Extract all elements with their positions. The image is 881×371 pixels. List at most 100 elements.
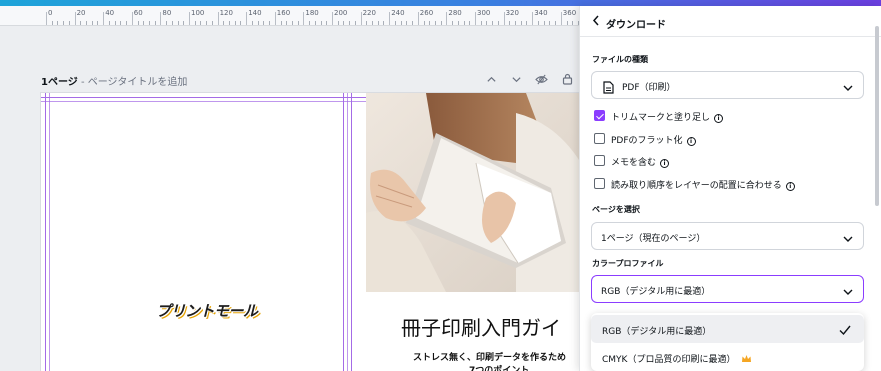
ruler-minor-tick bbox=[97, 21, 99, 25]
ruler-minor-tick bbox=[566, 21, 568, 25]
color-profile-option-cmyk[interactable]: CMYK（プロ品質の印刷に最適） bbox=[591, 343, 864, 371]
ruler-minor-tick bbox=[320, 21, 322, 25]
page-select-label: ページを選択 bbox=[592, 205, 640, 214]
ruler-minor-tick bbox=[194, 21, 196, 25]
file-type-label: ファイルの種類 bbox=[592, 55, 648, 64]
ruler-label: 260 bbox=[419, 9, 434, 17]
ruler-major-tick bbox=[274, 12, 276, 25]
file-type-select[interactable]: PDF（印刷） bbox=[591, 71, 864, 99]
ruler-minor-tick bbox=[154, 21, 156, 25]
ruler-label: 180 bbox=[305, 9, 319, 17]
booklet-subtitle[interactable]: ストレス無く、印刷データを作るため bbox=[413, 350, 566, 363]
ruler-label: 120 bbox=[219, 9, 233, 17]
info-icon[interactable]: i bbox=[660, 159, 670, 168]
color-profile-select[interactable]: RGB（デジタル用に最適） bbox=[591, 275, 864, 303]
color-profile-option-rgb[interactable]: RGB（デジタル用に最適） bbox=[591, 315, 864, 343]
ruler-minor-tick bbox=[429, 21, 431, 25]
info-icon[interactable]: i bbox=[686, 137, 696, 146]
ruler-minor-tick bbox=[452, 21, 454, 25]
page-number-label: 1ページ bbox=[41, 77, 78, 88]
cmyk-option-text: CMYK（プロ品質の印刷に最適） bbox=[602, 355, 736, 365]
chevron-down-icon bbox=[842, 79, 854, 91]
ruler-minor-tick bbox=[286, 21, 288, 25]
ruler-minor-tick bbox=[291, 21, 293, 25]
ruler-major-tick bbox=[446, 12, 448, 25]
ruler-label: 360 bbox=[562, 9, 577, 17]
checkmark-icon bbox=[838, 322, 852, 336]
ruler-minor-tick bbox=[211, 21, 213, 25]
ruler-major-tick bbox=[46, 12, 47, 25]
ruler-label: 240 bbox=[391, 9, 405, 17]
ruler-major-tick bbox=[389, 12, 391, 25]
ruler-minor-tick bbox=[549, 21, 551, 25]
back-chevron-icon[interactable] bbox=[592, 15, 600, 29]
ruler-minor-tick bbox=[337, 21, 339, 25]
bleed-guide-left bbox=[45, 93, 46, 371]
ruler-major-tick bbox=[246, 12, 248, 25]
page-header: 1ページ - ページタイトルを追加 bbox=[41, 72, 581, 88]
ruler-minor-tick bbox=[206, 21, 208, 25]
ruler-label: 0 bbox=[48, 9, 53, 17]
chevron-down-icon[interactable] bbox=[509, 72, 523, 86]
chevron-up-icon[interactable] bbox=[484, 72, 498, 86]
panel-scrollbar[interactable] bbox=[875, 26, 879, 206]
ruler-minor-tick bbox=[406, 21, 408, 25]
ruler-major-tick bbox=[360, 12, 362, 25]
crown-icon bbox=[741, 354, 752, 363]
reading-order-label: 読み取り順序をレイヤーの配置に合わせる bbox=[611, 181, 782, 191]
reading-order-checkbox[interactable] bbox=[594, 178, 605, 189]
page-title[interactable]: 1ページ - ページタイトルを追加 bbox=[41, 73, 187, 88]
ruler-minor-tick bbox=[457, 21, 459, 25]
ruler-minor-tick bbox=[423, 21, 425, 25]
download-panel: ダウンロード ファイルの種類 PDF（印刷） トリムマークと塗り足し i PDFの… bbox=[579, 6, 881, 371]
ruler-minor-tick bbox=[108, 21, 110, 25]
rgb-option-label: RGB（デジタル用に最適） bbox=[602, 327, 712, 337]
document-icon bbox=[603, 79, 614, 94]
ruler-major-tick bbox=[475, 12, 476, 25]
ruler-major-tick bbox=[503, 12, 505, 25]
print-mall-logo[interactable]: プリントモール bbox=[156, 300, 258, 321]
ruler-minor-tick bbox=[269, 21, 271, 25]
reading-book-photo[interactable] bbox=[366, 93, 581, 292]
ruler-major-tick bbox=[160, 12, 162, 25]
ruler-label: 60 bbox=[133, 9, 143, 17]
panel-header: ダウンロード bbox=[580, 6, 881, 37]
booklet-subtitle-line2[interactable]: 7つのポイント bbox=[469, 363, 529, 371]
ruler-minor-tick bbox=[354, 21, 356, 25]
page-select[interactable]: 1ページ（現在のページ） bbox=[591, 222, 864, 250]
ruler-minor-tick bbox=[200, 21, 202, 25]
ruler-label: 320 bbox=[505, 9, 519, 17]
ruler-minor-tick bbox=[366, 21, 368, 25]
ruler-minor-tick bbox=[555, 21, 557, 25]
ruler-minor-tick bbox=[434, 21, 436, 25]
booklet-title[interactable]: 冊子印刷入門ガイ bbox=[401, 312, 561, 341]
ruler-label: 100 bbox=[191, 9, 205, 17]
ruler-minor-tick bbox=[120, 21, 122, 25]
ruler-label: 340 bbox=[534, 9, 548, 17]
design-page[interactable]: プリントモール 冊子印刷入門ガイ ストレス無く、印刷データを作るため 7つのポイ… bbox=[41, 93, 581, 371]
lock-icon[interactable] bbox=[560, 72, 574, 86]
trim-marks-checkbox[interactable] bbox=[594, 110, 605, 121]
flatten-pdf-label: PDFのフラット化 bbox=[611, 136, 683, 146]
ruler-minor-tick bbox=[63, 21, 65, 25]
ruler-minor-tick bbox=[68, 21, 70, 25]
ruler-major-tick bbox=[303, 12, 305, 25]
ruler-major-tick bbox=[417, 12, 419, 25]
hide-eye-icon[interactable] bbox=[534, 72, 548, 86]
ruler-minor-tick bbox=[280, 21, 282, 25]
ruler-major-tick bbox=[560, 12, 562, 25]
include-notes-checkbox[interactable] bbox=[594, 155, 605, 166]
ruler-minor-tick bbox=[114, 21, 116, 25]
cmyk-option-label: CMYK（プロ品質の印刷に最適） bbox=[602, 352, 752, 365]
info-icon[interactable]: i bbox=[785, 182, 795, 191]
ruler-minor-tick bbox=[383, 21, 385, 25]
ruler-minor-tick bbox=[240, 21, 242, 25]
ruler-minor-tick bbox=[492, 21, 494, 25]
ruler-minor-tick bbox=[497, 21, 499, 25]
info-icon[interactable]: i bbox=[714, 114, 724, 123]
ruler-minor-tick bbox=[509, 21, 511, 25]
flatten-pdf-checkbox[interactable] bbox=[594, 133, 605, 144]
spine-guide-center bbox=[347, 93, 348, 371]
ruler-minor-tick bbox=[543, 21, 545, 25]
page-title-placeholder[interactable]: ページタイトルを追加 bbox=[88, 77, 188, 88]
